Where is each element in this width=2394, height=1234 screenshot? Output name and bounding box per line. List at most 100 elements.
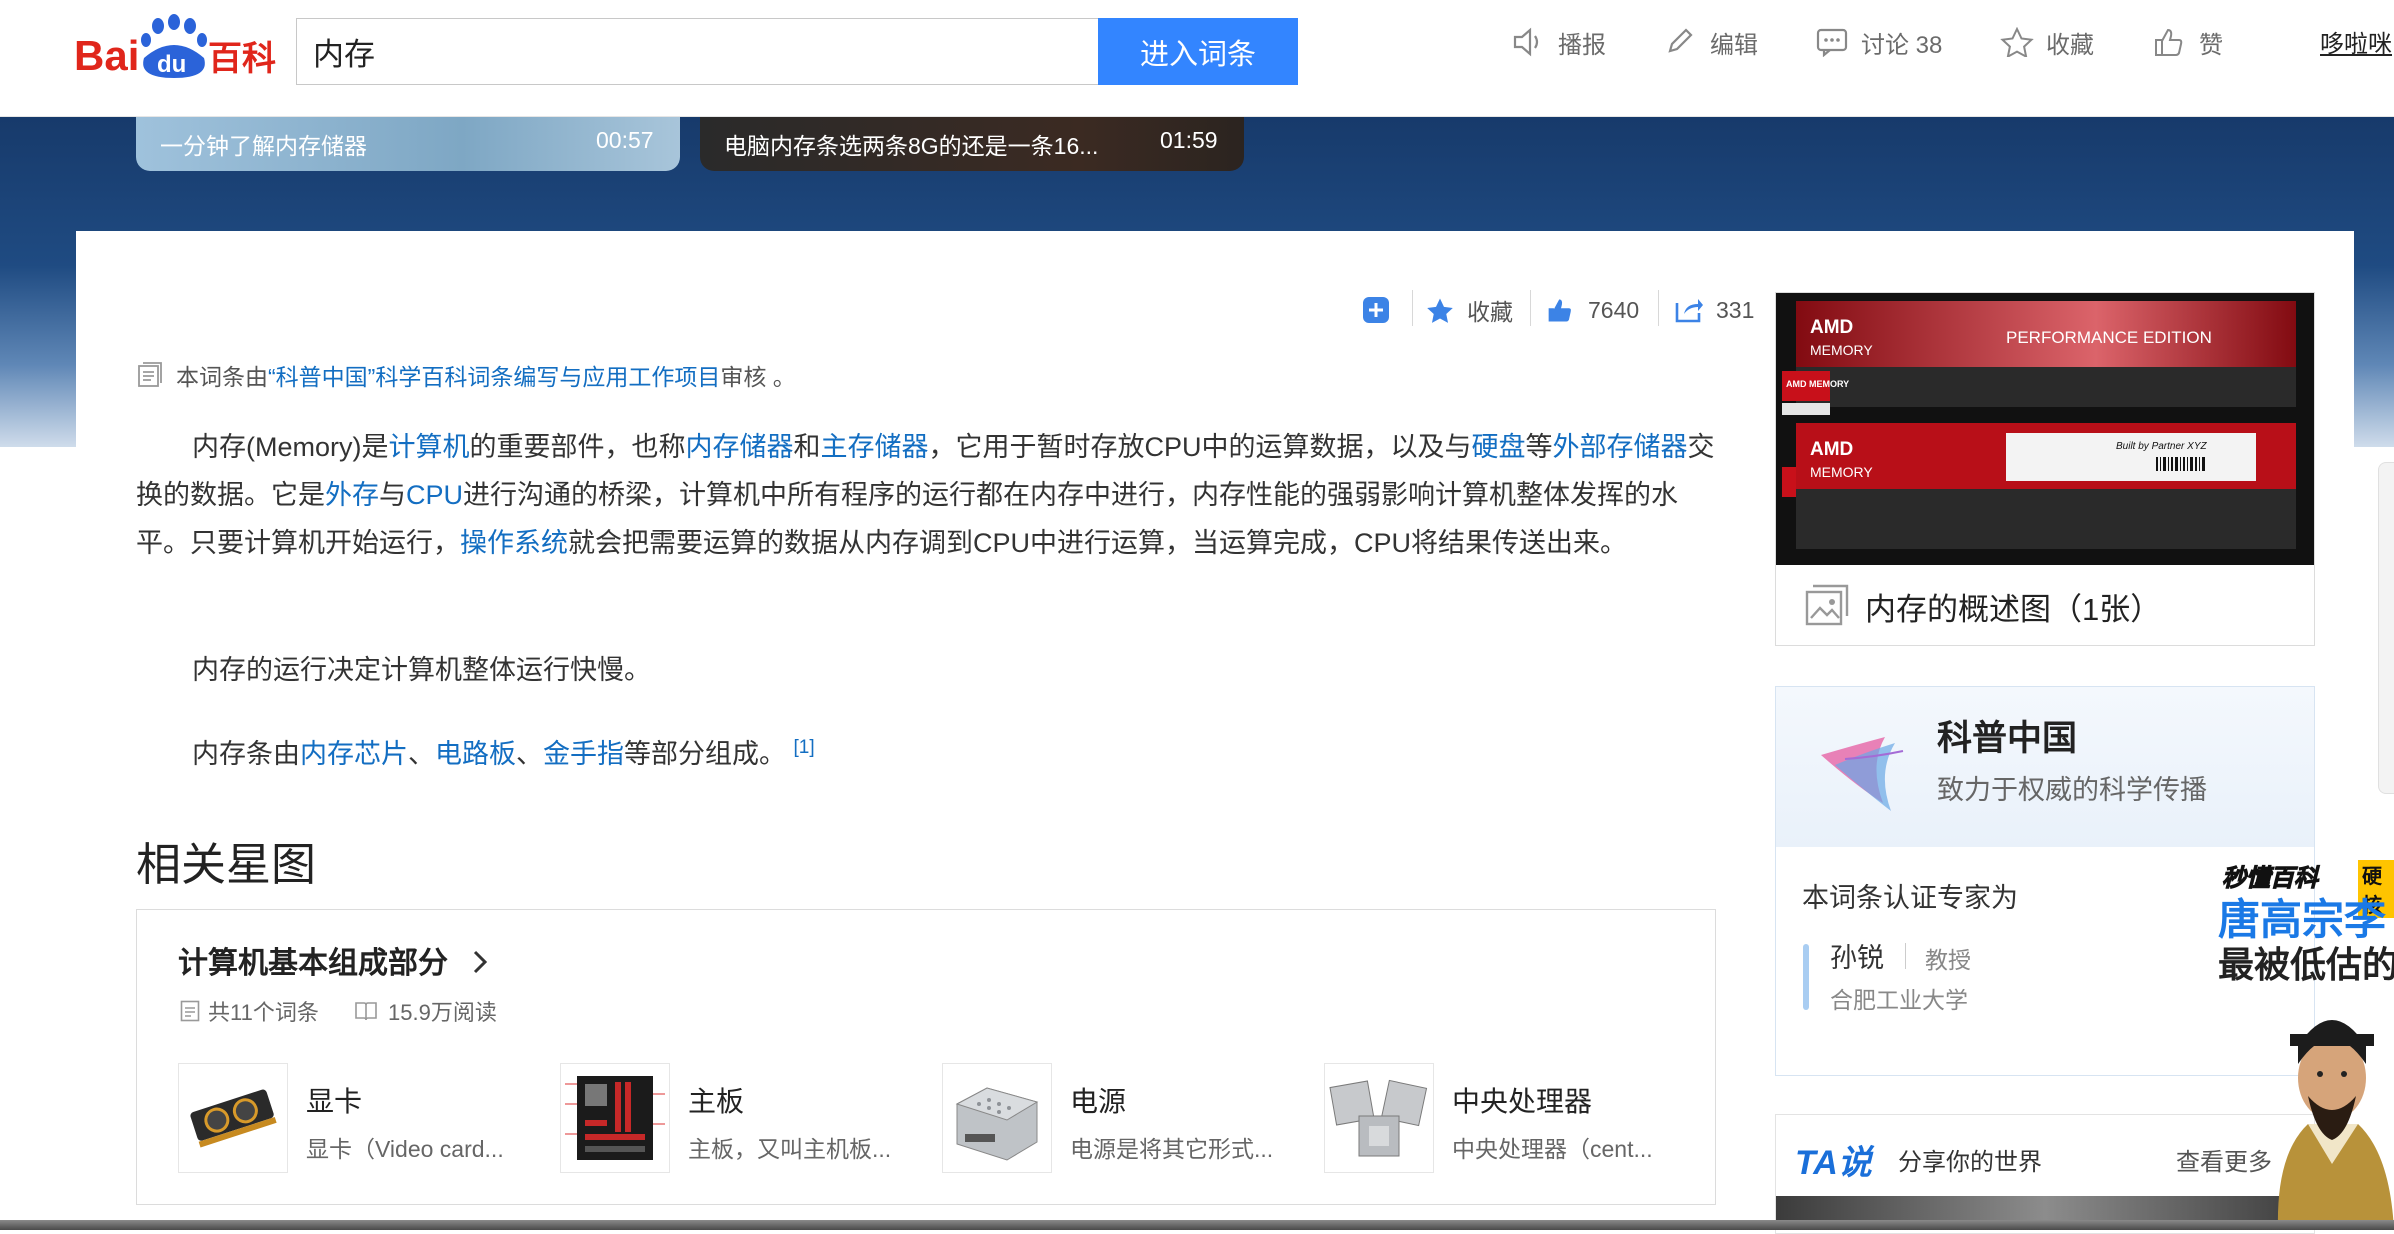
like-header-label: 赞 (2199, 31, 2223, 59)
svg-text:百科: 百科 (208, 39, 276, 79)
item-title-motherboard[interactable]: 主板 (688, 1080, 744, 1120)
svg-text:Bai: Bai (74, 32, 139, 79)
term-link[interactable]: 操作系统 (460, 528, 568, 558)
list-icon (180, 1000, 200, 1022)
term-link[interactable]: 金手指 (543, 739, 624, 769)
album-caption[interactable]: 内存的概述图（1张） (1865, 584, 2161, 629)
star-outline-icon (2000, 27, 2034, 57)
intro-paragraph-1: 内存(Memory)是计算机的重要部件，也称内存储器和主存储器，它用于暂时存放C… (136, 423, 1716, 567)
video-card-2[interactable]: 电脑内存条选两条8G的还是一条16... 01:59 (700, 117, 1244, 171)
paragraph-text: 就会把需要运算的数据从内存调到CPU中进行运算，当运算完成，CPU将结果传送出来… (568, 528, 1628, 558)
collect-label: 收藏 (1467, 299, 1513, 325)
window-bottom-edge (0, 1220, 2394, 1230)
search-input[interactable] (313, 27, 1073, 75)
review-prefix: 本词条由 (176, 364, 268, 390)
discuss-button[interactable]: 讨论 38 (1815, 22, 1942, 62)
share-count: 331 (1716, 296, 1755, 323)
add-button[interactable] (1362, 290, 1390, 330)
term-link[interactable]: CPU (406, 480, 463, 510)
term-link[interactable]: 硬盘 (1472, 432, 1526, 462)
reference-link[interactable]: [1] (794, 737, 815, 758)
book-icon (355, 1002, 377, 1021)
like-count: 7640 (1588, 296, 1640, 323)
paragraph-text: 内存(Memory)是 (192, 432, 389, 462)
svg-text:AMD: AMD (1810, 317, 1853, 338)
svg-text:AMD MEMORY: AMD MEMORY (1786, 379, 1849, 389)
video-title-2: 电脑内存条选两条8G的还是一条16... (724, 133, 1099, 159)
enter-entry-button[interactable]: 进入词条 (1098, 18, 1298, 85)
item-desc-cpu: 中央处理器（cent... (1452, 1136, 1653, 1162)
album-image[interactable]: AMD MEMORY PERFORMANCE EDITION AMD MEMOR… (1776, 293, 2314, 565)
chevron-right-icon (474, 950, 488, 974)
pencil-icon (1668, 28, 1693, 53)
svg-text:Built by Partner XYZ: Built by Partner XYZ (2116, 441, 2207, 452)
top-header: Bai du 百科 进入词条 播报 编辑 讨论 38 收藏 (0, 0, 2394, 117)
expert-title: 教授 (1925, 947, 1971, 973)
expert-organization: 合肥工业大学 (1830, 987, 1968, 1013)
like-header-button[interactable]: 赞 (2153, 22, 2223, 62)
toolbar-divider (1412, 290, 1413, 326)
user-name-link[interactable]: 哆啦咪 (2320, 24, 2392, 59)
collect-header-label: 收藏 (2046, 31, 2094, 59)
gallery-icon (1805, 584, 1849, 626)
collect-header-button[interactable]: 收藏 (2000, 22, 2094, 62)
term-link[interactable]: 外存 (325, 480, 379, 510)
plus-box-icon (1363, 297, 1389, 323)
edit-button[interactable]: 编辑 (1664, 22, 1758, 62)
item-thumb-motherboard[interactable] (560, 1063, 670, 1173)
comment-icon (1816, 28, 1848, 57)
paragraph-text: 等部分组成。 (624, 739, 794, 769)
item-title-graphics-card[interactable]: 显卡 (306, 1080, 362, 1120)
svg-text:MEMORY: MEMORY (1810, 464, 1873, 480)
kepu-logo-icon (1821, 737, 1904, 811)
paragraph-text: 、 (516, 739, 543, 769)
expert-divider (1905, 943, 1906, 969)
term-link[interactable]: 电路板 (435, 739, 516, 769)
item-thumb-cpu[interactable] (1324, 1063, 1434, 1173)
svg-text:du: du (157, 51, 186, 78)
share-button[interactable]: 331 (1674, 290, 1754, 330)
term-link[interactable]: 内存储器 (686, 432, 794, 462)
item-thumb-power-supply[interactable] (942, 1063, 1052, 1173)
video-duration-1: 00:57 (596, 127, 654, 153)
side-scroll-handle[interactable] (2378, 462, 2394, 794)
item-title-power-supply[interactable]: 电源 (1070, 1080, 1126, 1120)
related-star-map-heading: 相关星图 (136, 839, 317, 890)
paragraph-text: ，它用于暂时存放CPU中的运算数据，以及与 (928, 432, 1472, 462)
paragraph-text: 和 (793, 432, 821, 462)
edit-label: 编辑 (1710, 31, 1758, 59)
thumbs-up-icon (1548, 299, 1571, 322)
item-title-cpu[interactable]: 中央处理器 (1452, 1080, 1592, 1120)
ta-shuo-logo[interactable]: TA说 (1795, 1135, 1872, 1184)
star-map-title-text: 计算机基本组成部分 (178, 947, 448, 980)
paragraph-text: 等 (1525, 432, 1553, 462)
term-link[interactable]: 计算机 (389, 432, 470, 462)
kepu-name[interactable]: 科普中国 (1937, 710, 2077, 761)
star-map-title[interactable]: 计算机基本组成部分 (178, 938, 490, 982)
star-map-reads-text: 15.9万阅读 (388, 1000, 497, 1025)
paragraph-text: 、 (408, 739, 435, 769)
term-link[interactable]: 内存芯片 (300, 739, 408, 769)
like-button[interactable]: 7640 (1546, 290, 1639, 330)
item-desc-motherboard: 主板，又叫主机板... (688, 1136, 892, 1162)
star-map-reads: 15.9万阅读 (354, 995, 497, 1027)
term-link[interactable]: 主存储器 (821, 432, 929, 462)
broadcast-button[interactable]: 播报 (1512, 22, 1606, 62)
kepu-slogan: 致力于权威的科学传播 (1937, 775, 2207, 805)
intro-paragraph-2: 内存的运行决定计算机整体运行快慢。 (192, 655, 651, 685)
thumbs-up-icon (2155, 28, 2183, 56)
review-project-link[interactable]: “科普中国”科学百科词条编写与应用工作项目 (268, 358, 720, 392)
video-card-1[interactable]: 一分钟了解内存储器 00:57 (136, 117, 680, 171)
floating-ad-subtitle: 最被低估的 (2218, 944, 2394, 985)
review-notice: 本词条由 “科普中国”科学百科词条编写与应用工作项目 审核 。 (136, 358, 796, 392)
item-thumb-graphics-card[interactable] (178, 1063, 288, 1173)
expert-label: 本词条认证专家为 (1802, 883, 2018, 913)
svg-text:AMD: AMD (1810, 439, 1853, 460)
expert-name[interactable]: 孙锐 (1830, 936, 1884, 975)
baidu-baike-logo[interactable]: Bai du 百科 (74, 12, 280, 84)
term-link[interactable]: 外部存储器 (1553, 432, 1688, 462)
historical-figure-illustration (2277, 1020, 2394, 1230)
ta-shuo-slogan: 分享你的世界 (1898, 1149, 2042, 1176)
speaker-icon (1513, 27, 1539, 57)
collect-button[interactable]: 收藏 (1425, 290, 1513, 330)
